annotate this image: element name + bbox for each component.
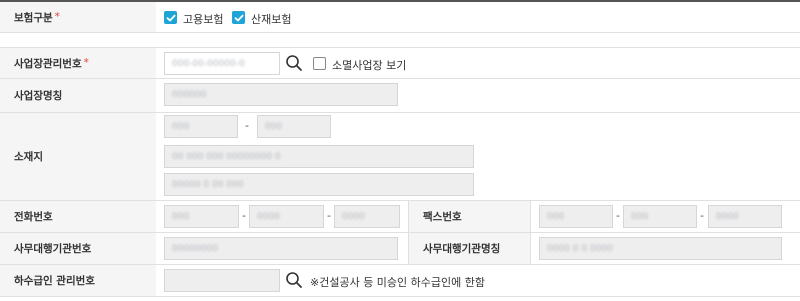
postal-separator: - bbox=[245, 119, 249, 132]
agency-no-label: 사무대행기관번호 bbox=[0, 233, 156, 264]
show-closed-workplace-label: 소멸사업장 보기 bbox=[332, 59, 407, 72]
phone-label: 전화번호 bbox=[0, 201, 156, 232]
phone-part2-input[interactable]: 0000 bbox=[249, 205, 324, 228]
postal-code-second-input[interactable]: 000 bbox=[257, 115, 331, 138]
show-closed-workplace-checkbox[interactable] bbox=[313, 57, 326, 70]
address-line2-input[interactable]: 00000 0 00 000 bbox=[164, 173, 474, 196]
fax-separator: - bbox=[700, 209, 704, 222]
phone-separator: - bbox=[327, 209, 331, 222]
workplace-mgmt-no-label: 사업장관리번호 * bbox=[0, 48, 156, 78]
agency-name-input[interactable]: 0000 0 0 0000 bbox=[539, 237, 782, 260]
address-line1-input[interactable]: 00 000 000 00000000 0 bbox=[164, 145, 474, 168]
fax-part3-input[interactable]: 0000 bbox=[708, 205, 782, 228]
workplace-info-form: 보험구분 * 고용보험 산재보험 사업장관리번호 * 000-00-00000-0 … bbox=[0, 0, 800, 301]
phone-part1-input[interactable]: 000 bbox=[164, 205, 239, 228]
checkmark-icon bbox=[234, 14, 243, 21]
agency-no-input[interactable]: 00000000 bbox=[164, 237, 398, 260]
industrial-accident-insurance-checkbox[interactable] bbox=[232, 11, 245, 24]
row-phone-fax: 전화번호 000 - 0000 - 0000 팩스번호 000 - 000 - … bbox=[0, 201, 800, 233]
row-agency: 사무대행기관번호 00000000 사무대행기관명칭 0000 0 0 0000 bbox=[0, 233, 800, 265]
agency-name-label: 사무대행기관명칭 bbox=[408, 233, 531, 264]
subcontractor-note: ※건설공사 등 미승인 하수급인에 한함 bbox=[310, 276, 486, 289]
search-icon[interactable] bbox=[285, 54, 303, 72]
search-icon[interactable] bbox=[285, 271, 303, 289]
row-address: 소재지 000 - 000 00 000 000 00000000 0 0000… bbox=[0, 113, 800, 201]
row-workplace-mgmt-no: 사업장관리번호 * 000-00-00000-0 소멸사업장 보기 bbox=[0, 47, 800, 79]
address-label: 소재지 bbox=[0, 113, 156, 200]
workplace-mgmt-no-input[interactable]: 000-00-00000-0 bbox=[164, 52, 280, 75]
employment-insurance-checkbox[interactable] bbox=[164, 11, 177, 24]
subcontractor-no-label: 하수급인 관리번호 bbox=[0, 265, 156, 296]
phone-separator: - bbox=[242, 209, 246, 222]
workplace-name-label: 사업장명칭 bbox=[0, 79, 156, 112]
checkmark-icon bbox=[166, 14, 175, 21]
employment-insurance-label: 고용보험 bbox=[183, 13, 224, 26]
fax-separator: - bbox=[616, 209, 620, 222]
postal-code-first-input[interactable]: 000 bbox=[164, 115, 238, 138]
insurance-type-label: 보험구분 * bbox=[0, 2, 156, 32]
workplace-name-input[interactable]: 000000 bbox=[164, 83, 398, 106]
row-subcontractor-no: 하수급인 관리번호 ※건설공사 등 미승인 하수급인에 한함 bbox=[0, 265, 800, 297]
fax-part2-input[interactable]: 000 bbox=[623, 205, 697, 228]
industrial-accident-insurance-label: 산재보험 bbox=[251, 13, 292, 26]
subcontractor-no-input[interactable] bbox=[164, 269, 280, 292]
fax-label: 팩스번호 bbox=[408, 201, 531, 232]
required-mark: * bbox=[54, 11, 60, 23]
row-insurance-type: 보험구분 * 고용보험 산재보험 bbox=[0, 2, 800, 33]
phone-part3-input[interactable]: 0000 bbox=[334, 205, 400, 228]
fax-part1-input[interactable]: 000 bbox=[539, 205, 613, 228]
row-workplace-name: 사업장명칭 000000 bbox=[0, 79, 800, 113]
required-mark: * bbox=[83, 57, 89, 69]
